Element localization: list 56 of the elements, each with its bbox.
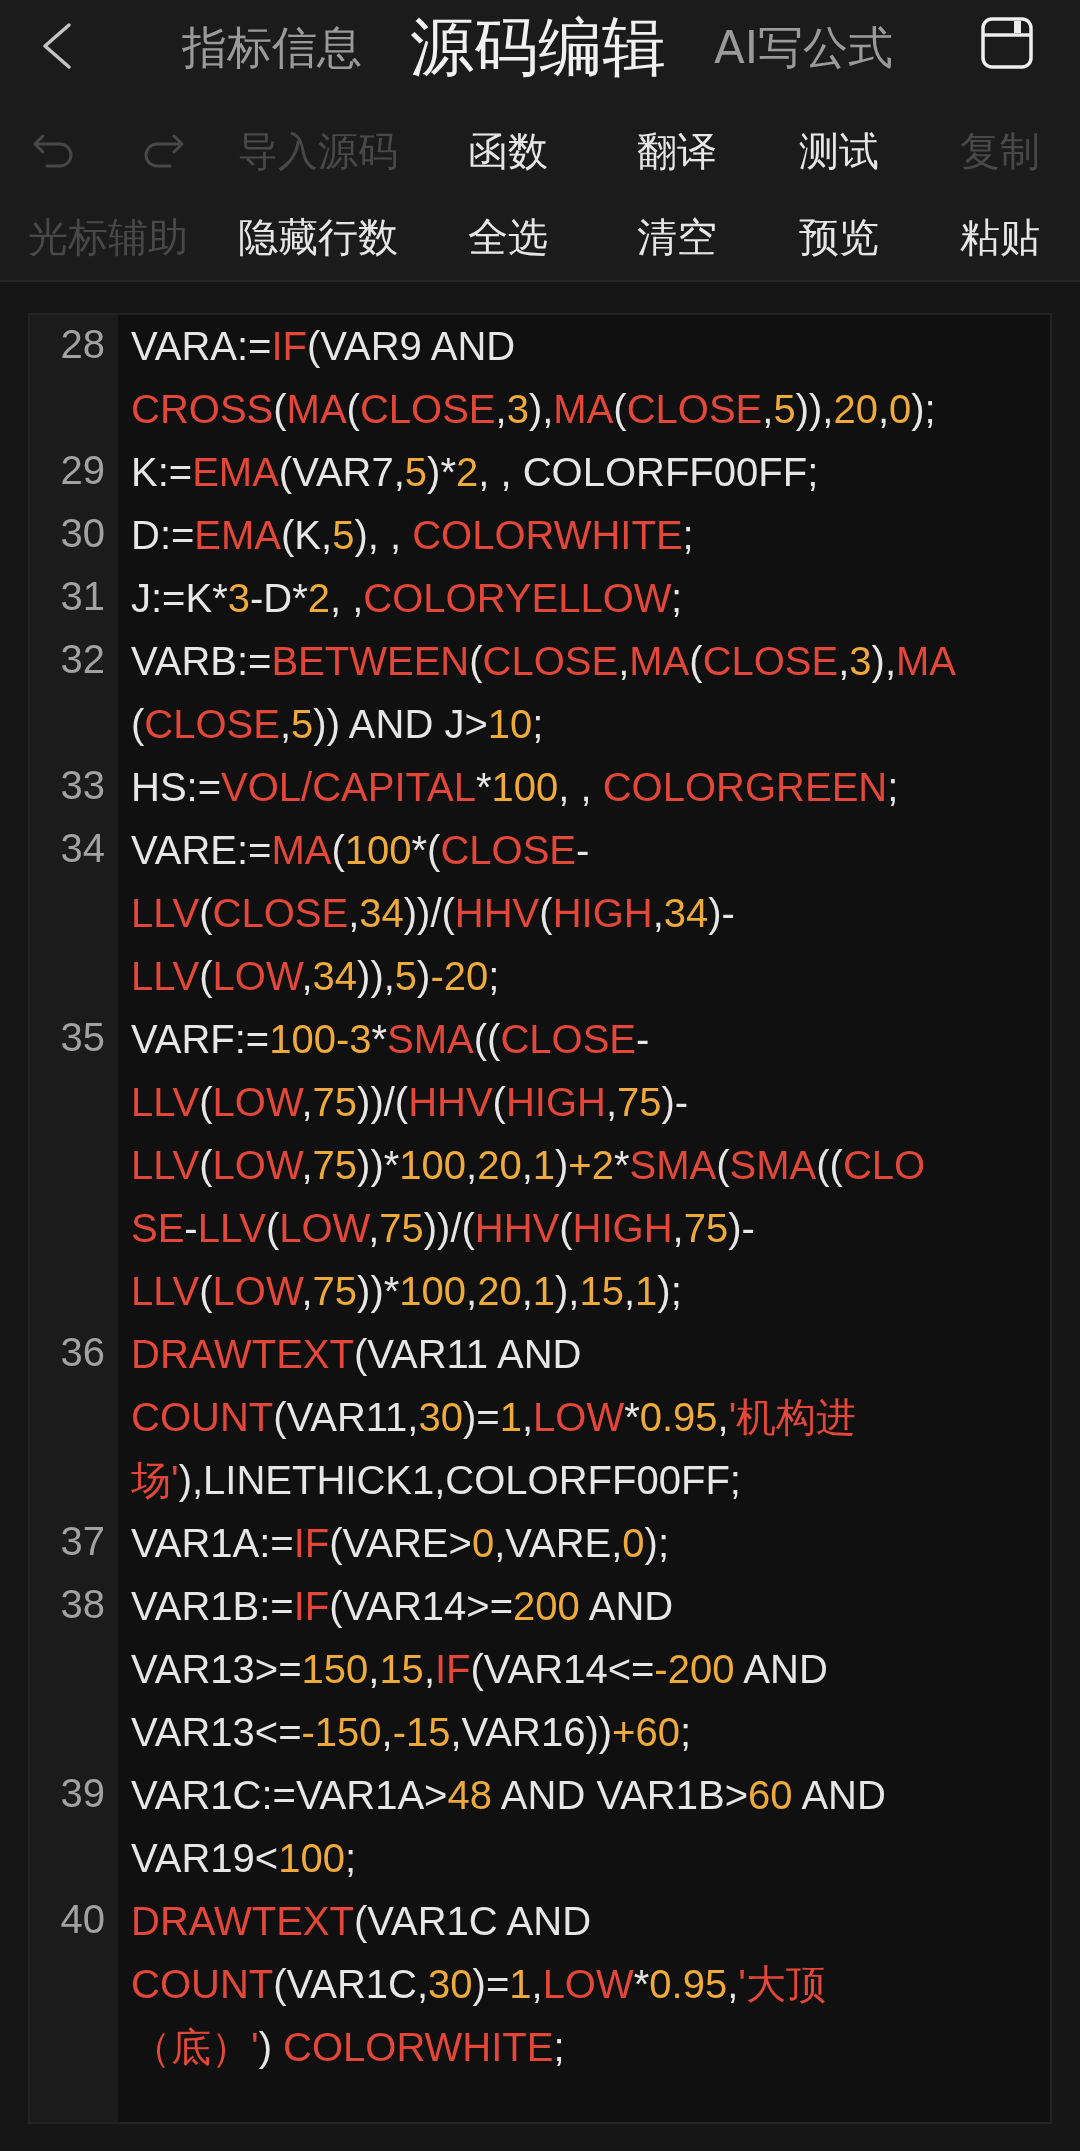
toolbar-button[interactable]: 清空: [637, 213, 717, 261]
code-line: LLV(LOW,75))*100,20,1)+2*SMA(SMA((CLO: [131, 1142, 926, 1189]
line-number: 32: [60, 637, 105, 681]
code-line: LLV(LOW,75))*100,20,1),15,1);: [131, 1268, 682, 1315]
code-line: VARA:=IF(VAR9 AND: [131, 323, 516, 370]
toolbar-button[interactable]: 隐藏行数: [238, 213, 398, 261]
code-line: VAR1C:=VAR1A>48 AND VAR1B>60 AND: [131, 1772, 886, 1819]
line-number: 31: [60, 574, 105, 618]
line-number: 35: [60, 1015, 105, 1059]
save-icon: [981, 17, 1033, 69]
code-line: VAR13<=-150,-15,VAR16))+60;: [131, 1709, 691, 1756]
code-line: SE-LLV(LOW,75))/(HHV(HIGH,75)-: [131, 1205, 755, 1252]
code-line: VARF:=100-3*SMA((CLOSE-: [131, 1016, 650, 1063]
chevron-left-icon: [41, 22, 72, 70]
line-number: 39: [60, 1771, 105, 1815]
line-number: 34: [60, 826, 105, 870]
toolbar-button[interactable]: 粘贴: [960, 213, 1040, 261]
code-line: VAR13>=150,15,IF(VAR14<=-200 AND: [131, 1646, 828, 1693]
code-line: J:=K*3-D*2, ,COLORYELLOW;: [131, 575, 682, 622]
code-line: VAR1B:=IF(VAR14>=200 AND: [131, 1583, 674, 1630]
tab[interactable]: 指标信息: [182, 22, 362, 74]
code-line: COUNT(VAR1C,30)=1,LOW*0.95,'大顶: [131, 1961, 826, 2008]
toolbar-button[interactable]: 函数: [468, 127, 548, 175]
code-line: CROSS(MA(CLOSE,3),MA(CLOSE,5)),20,0);: [131, 386, 936, 433]
code-line: LLV(CLOSE,34))/(HHV(HIGH,34)-: [131, 890, 735, 937]
line-number: 38: [60, 1582, 105, 1626]
back-button[interactable]: [41, 22, 72, 70]
line-number: 30: [60, 511, 105, 555]
code-line: K:=EMA(VAR7,5)*2, , COLORFF00FF;: [131, 449, 819, 496]
code-line: HS:=VOL/CAPITAL*100, , COLORGREEN;: [131, 764, 899, 811]
toolbar-button[interactable]: 全选: [468, 213, 548, 261]
line-number: 28: [60, 322, 105, 366]
line-number: 36: [60, 1330, 105, 1374]
code-line: VARB:=BETWEEN(CLOSE,MA(CLOSE,3),MA: [131, 638, 957, 685]
code-line: COUNT(VAR11,30)=1,LOW*0.95,'机构进: [131, 1394, 857, 1441]
code-line: VARE:=MA(100*(CLOSE-: [131, 827, 590, 874]
code-line: DRAWTEXT(VAR11 AND: [131, 1331, 582, 1378]
code-line: D:=EMA(K,5), , COLORWHITE;: [131, 512, 694, 559]
toolbar-button[interactable]: 翻译: [637, 127, 717, 175]
save-button[interactable]: [981, 17, 1033, 69]
tab[interactable]: 源码编辑: [410, 11, 666, 85]
code-line: (CLOSE,5)) AND J>10;: [131, 701, 544, 748]
code-line: VAR19<100;: [131, 1835, 356, 1882]
code-line: （底）') COLORWHITE;: [131, 2024, 565, 2071]
toolbar-button[interactable]: 预览: [799, 213, 879, 261]
line-number: 29: [60, 448, 105, 492]
line-number: 37: [60, 1519, 105, 1563]
line-number: 40: [60, 1897, 105, 1941]
code-line: DRAWTEXT(VAR1C AND: [131, 1898, 592, 1945]
line-number: 33: [60, 763, 105, 807]
code-line: VAR1A:=IF(VARE>0,VARE,0);: [131, 1520, 669, 1567]
tab[interactable]: AI写公式: [714, 22, 894, 74]
toolbar-button[interactable]: 测试: [799, 127, 879, 175]
code-line: LLV(LOW,34)),5)-20;: [131, 953, 500, 1000]
code-line: 场'),LINETHICK1,COLORFF00FF;: [131, 1457, 741, 1504]
code-line: LLV(LOW,75))/(HHV(HIGH,75)-: [131, 1079, 689, 1126]
